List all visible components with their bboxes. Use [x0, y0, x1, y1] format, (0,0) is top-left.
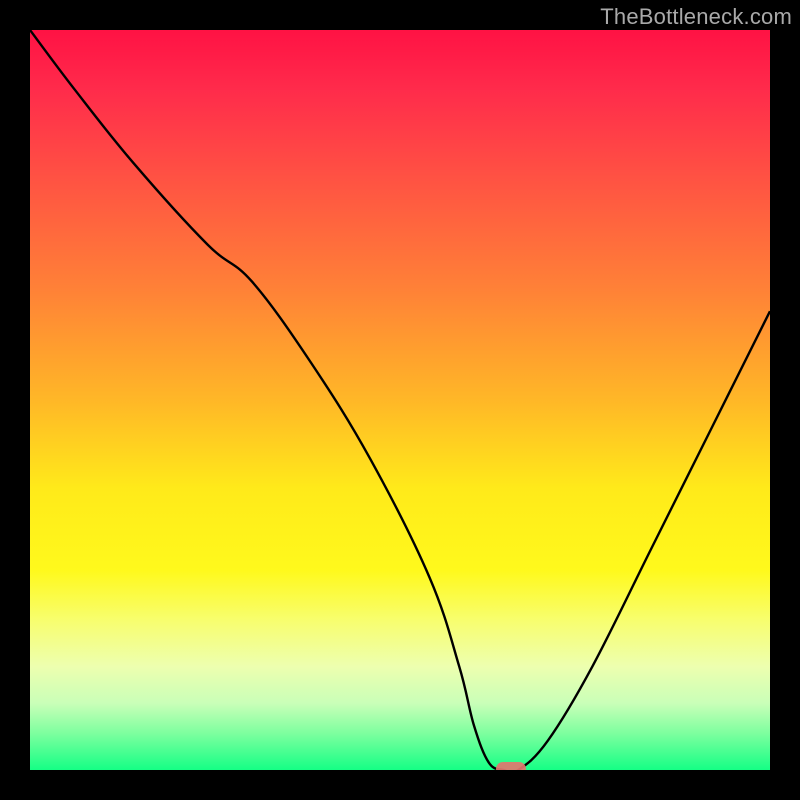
- optimal-marker: [496, 762, 526, 770]
- plot-area: [30, 30, 770, 770]
- bottleneck-curve: [30, 30, 770, 770]
- attribution-label: TheBottleneck.com: [600, 4, 792, 30]
- chart-frame: TheBottleneck.com: [0, 0, 800, 800]
- curve-layer: [30, 30, 770, 770]
